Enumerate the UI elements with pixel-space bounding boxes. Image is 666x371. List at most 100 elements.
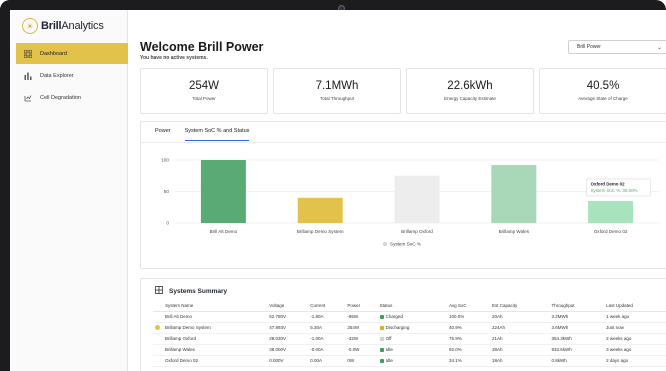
app-screen: ☀ BrillAnalytics Dashboard Data Explorer (10, 10, 666, 371)
sidebar-item-data-explorer[interactable]: Data Explorer (16, 65, 128, 86)
table-cell: 3.6MWh (549, 322, 605, 334)
status-dot-icon (379, 347, 384, 352)
row-marker-cell (153, 333, 163, 345)
table-cell: 5.30A (308, 322, 346, 334)
status-dot-icon (379, 325, 384, 330)
legend-label: System SoC % (390, 242, 421, 247)
table-row[interactable]: Brillamp Demo System 47.893V 5.30A 254W Disc… (153, 322, 666, 334)
status-text: Discharging (385, 325, 410, 330)
column-header[interactable]: Power (345, 301, 378, 312)
sidebar-item-cell-degradation[interactable]: Cell Degradation (16, 87, 128, 108)
table-cell: Brillamp Wales (163, 344, 268, 356)
main-content: Welcome Brill Power You have no active s… (128, 10, 666, 371)
column-header[interactable]: Est Capacity (489, 301, 550, 312)
table-cell: 28.030V (267, 333, 309, 345)
x-tick-label: Brill Alt Demo (210, 229, 238, 234)
status-dot-icon (379, 314, 384, 319)
row-marker-cell (153, 311, 163, 323)
tablet-device: ☀ BrillAnalytics Dashboard Data Explorer (0, 0, 666, 371)
column-header[interactable]: Throughput (549, 301, 605, 312)
table-cell: 52.780V (267, 311, 309, 323)
table-cell: 21Ah (489, 333, 550, 345)
table-row[interactable]: Oxford Demo 02 0.000V 0.00A 0W Idle 34.1% 18Ah… (153, 355, 666, 367)
brand[interactable]: ☀ BrillAnalytics (22, 18, 104, 34)
bar (200, 160, 246, 223)
soc-bar-chart: 0 50 100 Brill Alt Demo Brillamp Demo System… (161, 158, 659, 247)
sidebar-item-label: Cell Degradation (40, 94, 81, 101)
status-text: Idle (385, 347, 393, 352)
stats-row: 254W Total Power 7.1MWh Total Throughput… (140, 68, 666, 114)
tab-system-soc[interactable]: System SoC % and Status (184, 128, 250, 141)
brand-logo-icon: ☀ (22, 18, 38, 34)
system-select[interactable]: Brill Power ⌄ (568, 40, 666, 54)
table-cell: 47.893V (267, 322, 309, 334)
sidebar-item-dashboard[interactable]: Dashboard (16, 43, 128, 64)
table-cell: Brill Alt Demo (163, 311, 268, 323)
battery-icon (23, 93, 32, 102)
table-cell: Charged (377, 311, 447, 323)
page-title: Welcome Brill Power (140, 40, 264, 54)
table-cell: Oxford Demo 02 (163, 355, 268, 367)
table-cell: Idle (377, 344, 447, 356)
column-header[interactable]: Last Updated (604, 301, 666, 312)
stat-value: 254W (188, 80, 220, 92)
stat-label: Total Power (192, 96, 216, 101)
tabs-divider (141, 142, 666, 143)
device-bezel-top (0, 0, 666, 10)
table-cell: 92.0% (446, 344, 490, 356)
table-cell: 3.2MWh (549, 311, 605, 323)
table-cell: -0.0W (345, 344, 378, 356)
bar (394, 175, 440, 223)
table-cell: 34.1% (446, 355, 490, 367)
table-cell: -1.00A (308, 333, 346, 345)
stat-label: Energy Capacity Estimate (444, 96, 496, 101)
tooltip-title: Oxford Demo 02 (591, 181, 625, 186)
status-text: Charged (385, 314, 403, 319)
table-cell: 38.000V (267, 344, 309, 356)
systems-table: System Name Voltage Current Power Status… (153, 301, 666, 367)
y-tick-label: 100 (161, 158, 169, 164)
system-select-value: Brill Power (577, 44, 601, 50)
stat-value: 22.6kWh (447, 80, 493, 92)
stat-label: Total Throughput (320, 96, 354, 101)
column-header[interactable]: Voltage (267, 301, 309, 312)
table-cell: 3 weeks ago (604, 344, 666, 356)
sidebar: ☀ BrillAnalytics Dashboard Data Explorer (10, 10, 128, 371)
table-cell: 18Ah (489, 355, 550, 367)
table-cell: 100.0% (446, 311, 490, 323)
table-cell: Brillamp Oxford (163, 333, 268, 345)
tab-power[interactable]: Power (155, 128, 171, 141)
bar (588, 200, 634, 223)
column-header[interactable]: Current (308, 301, 346, 312)
column-header[interactable]: System Name (163, 301, 268, 312)
column-header[interactable]: Avg SoC (446, 301, 490, 312)
table-row[interactable]: Brillamp Wales 38.000V -0.00A -0.0W Idle 92.0… (153, 344, 666, 356)
x-tick-label: Brillamp Wales (499, 229, 530, 234)
table-row[interactable]: Brillamp Oxford 28.030V -1.00A -32W Off 75.9%… (153, 333, 666, 345)
table-cell: Just now (604, 322, 666, 334)
bar (491, 165, 537, 223)
legend-marker (382, 241, 388, 247)
table-row[interactable]: Brill Alt Demo 52.780V -1.80A -95W Charged 10… (153, 311, 666, 323)
table-cell: 2 days ago (604, 355, 666, 367)
table-cell: Off (377, 333, 447, 345)
y-tick-label: 50 (164, 189, 170, 195)
table-cell: 20Ah (489, 311, 550, 323)
table-icon (155, 286, 163, 296)
table-cell: 354.3kWh (549, 333, 605, 345)
status-dot-icon (379, 336, 384, 341)
page-subtitle: You have no active systems. (140, 55, 208, 61)
column-header[interactable]: Status (377, 301, 447, 312)
table-cell: 933.6kWh (549, 344, 605, 356)
row-marker-cell (153, 322, 163, 334)
tooltip-value: System SoC %: 35.00% (591, 188, 638, 193)
stat-label: Average State of Charge (578, 96, 628, 101)
table-cell: Brillamp Demo System (163, 322, 268, 334)
brand-name: BrillAnalytics (41, 20, 104, 32)
table-cell: Idle (377, 355, 447, 367)
stat-value: 40.5% (586, 80, 620, 92)
table-cell: -1.80A (308, 311, 346, 323)
row-marker-cell (153, 344, 163, 356)
sidebar-item-label: Data Explorer (40, 72, 74, 79)
bar (297, 197, 343, 223)
